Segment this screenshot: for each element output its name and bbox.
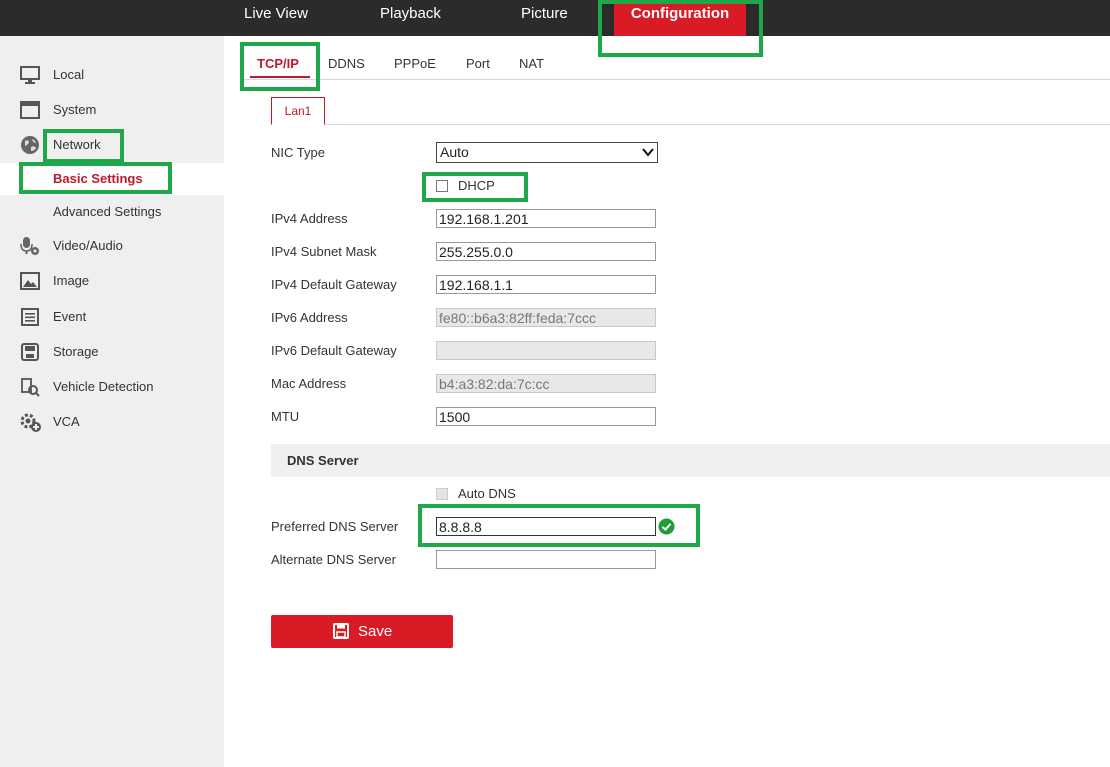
ipv4-subnet-mask-label: IPv4 Subnet Mask bbox=[271, 244, 377, 259]
ipv4-default-gateway-label: IPv4 Default Gateway bbox=[271, 277, 397, 292]
nav-configuration[interactable]: Configuration bbox=[614, 0, 746, 36]
mac-address-label: Mac Address bbox=[271, 376, 347, 391]
ipv4-default-gateway-input[interactable] bbox=[436, 275, 656, 294]
sidebar-item-label: Video/Audio bbox=[53, 238, 123, 253]
ipv4-subnet-mask-input[interactable] bbox=[436, 242, 656, 261]
sidebar-item-label: Vehicle Detection bbox=[53, 379, 154, 394]
event-list-icon bbox=[21, 308, 39, 326]
mtu-input[interactable] bbox=[436, 407, 656, 426]
sidebar-item-event[interactable]: Event bbox=[0, 300, 224, 334]
sidebar-item-label: Local bbox=[53, 67, 85, 82]
sidebar-item-storage[interactable]: Storage bbox=[0, 335, 224, 369]
nav-picture[interactable]: Picture bbox=[521, 0, 568, 36]
ipv6-address-label: IPv6 Address bbox=[271, 310, 348, 325]
tab-pppoe[interactable]: PPPoE bbox=[394, 56, 436, 71]
sidebar-subitem-label: Basic Settings bbox=[53, 171, 143, 186]
auto-dns-checkbox bbox=[436, 488, 448, 500]
subtab-divider bbox=[271, 124, 1110, 125]
preferred-dns-label: Preferred DNS Server bbox=[271, 519, 399, 534]
sidebar-item-label: VCA bbox=[53, 414, 80, 429]
sidebar-item-image[interactable]: Image bbox=[0, 264, 224, 298]
nic-type-select[interactable]: Auto bbox=[436, 142, 658, 163]
sidebar-subitem-advanced-settings[interactable]: Advanced Settings bbox=[0, 196, 224, 228]
ipv4-address-label: IPv4 Address bbox=[271, 211, 348, 226]
sidebar-item-network[interactable]: Network bbox=[0, 128, 224, 162]
sidebar-item-label: Event bbox=[53, 309, 87, 324]
auto-dns-label: Auto DNS bbox=[458, 486, 516, 501]
alternate-dns-input[interactable] bbox=[436, 550, 656, 569]
mtu-label: MTU bbox=[271, 409, 300, 424]
nav-live-view[interactable]: Live View bbox=[244, 0, 308, 36]
sidebar-item-label: Network bbox=[53, 137, 101, 152]
monitor-icon bbox=[20, 66, 40, 84]
vca-gear-icon bbox=[20, 413, 41, 432]
save-button[interactable]: Save bbox=[271, 615, 453, 648]
globe-icon bbox=[21, 136, 39, 154]
ipv4-address-input[interactable] bbox=[436, 209, 656, 228]
save-button-label: Save bbox=[358, 623, 393, 640]
sidebar-item-vehicle-detection[interactable]: Vehicle Detection bbox=[0, 370, 224, 404]
subtab-lan1[interactable]: Lan1 bbox=[271, 97, 325, 125]
ipv6-default-gateway-input bbox=[436, 341, 656, 360]
preferred-dns-input[interactable] bbox=[436, 517, 656, 536]
sidebar-item-label: Image bbox=[53, 273, 90, 288]
image-icon bbox=[20, 272, 40, 290]
sidebar-item-local[interactable]: Local bbox=[0, 58, 224, 92]
dns-server-section-header: DNS Server bbox=[271, 444, 1110, 477]
nav-playback[interactable]: Playback bbox=[380, 0, 441, 36]
storage-icon bbox=[21, 343, 39, 361]
tabs-divider bbox=[244, 79, 1110, 80]
dhcp-label: DHCP bbox=[458, 178, 495, 193]
sidebar-item-system[interactable]: System bbox=[0, 93, 224, 127]
ipv6-default-gateway-label: IPv6 Default Gateway bbox=[271, 343, 397, 358]
vehicle-search-icon bbox=[21, 378, 40, 397]
sidebar-subitem-basic-settings[interactable]: Basic Settings bbox=[0, 163, 224, 195]
ipv6-address-input bbox=[436, 308, 656, 327]
sidebar-item-video-audio[interactable]: Video/Audio bbox=[0, 229, 224, 263]
tab-active-underline bbox=[250, 76, 310, 78]
top-navigation-bar: Live View Playback Picture Configuration bbox=[0, 0, 1110, 36]
tab-tcp-ip[interactable]: TCP/IP bbox=[257, 56, 299, 71]
sidebar-subitem-label: Advanced Settings bbox=[53, 204, 162, 219]
sidebar-item-label: Storage bbox=[53, 344, 99, 359]
floppy-disk-icon bbox=[333, 623, 349, 639]
sidebar: Local System Network Basic Settings Adva… bbox=[0, 36, 224, 767]
window-icon bbox=[20, 101, 40, 119]
sidebar-item-label: System bbox=[53, 102, 97, 117]
nic-type-value: Auto bbox=[440, 144, 469, 160]
dhcp-checkbox[interactable] bbox=[436, 180, 448, 192]
valid-check-icon bbox=[658, 518, 675, 535]
tab-port[interactable]: Port bbox=[466, 56, 490, 71]
alternate-dns-label: Alternate DNS Server bbox=[271, 552, 396, 567]
nic-type-label: NIC Type bbox=[271, 145, 325, 160]
sidebar-item-vca[interactable]: VCA bbox=[0, 405, 224, 439]
mac-address-input bbox=[436, 374, 656, 393]
microphone-camera-icon bbox=[20, 237, 39, 255]
dns-server-title: DNS Server bbox=[287, 453, 359, 468]
tab-nat[interactable]: NAT bbox=[519, 56, 544, 71]
tab-ddns[interactable]: DDNS bbox=[328, 56, 365, 71]
chevron-down-icon bbox=[642, 148, 654, 157]
